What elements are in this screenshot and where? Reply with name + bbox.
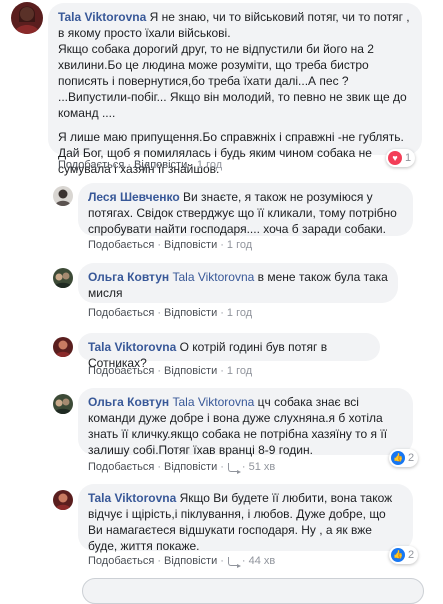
comment-author[interactable]: Леся Шевченко (88, 190, 180, 204)
comment-author[interactable]: Ольга Ковтун (88, 270, 169, 284)
reply-link[interactable]: Відповісти (164, 461, 217, 473)
like-link[interactable]: Подобається (88, 239, 154, 251)
like-link[interactable]: Подобається (58, 159, 124, 171)
comment-author[interactable]: Ольга Ковтун (88, 395, 169, 409)
like-link[interactable]: Подобається (88, 365, 154, 377)
avatar-tala[interactable] (11, 2, 43, 34)
avatar-tala[interactable] (53, 490, 73, 510)
reply-bubble: Tala Viktorovna О котрій годині був потя… (78, 333, 380, 370)
reply-link[interactable]: Відповісти (164, 555, 217, 567)
like-icon: 👍 (391, 451, 405, 465)
avatar-olha[interactable] (53, 268, 73, 288)
comment-bubble: Tala Viktorovna Я не знаю, чи то військо… (48, 3, 422, 176)
reply-icon (227, 556, 241, 568)
reaction-count[interactable]: ♥ 1 (386, 149, 416, 167)
reply-bubble: Ольга Ковтун Tala Viktorovna в мене тако… (78, 263, 398, 303)
avatar-lesia[interactable] (53, 186, 73, 206)
reply-link[interactable]: Відповісти (164, 307, 217, 319)
heart-icon: ♥ (388, 151, 402, 165)
comment-author[interactable]: Tala Viktorovna (88, 340, 176, 354)
avatar-olha[interactable] (53, 394, 73, 414)
timestamp[interactable]: 1 год (227, 307, 252, 319)
reply-link[interactable]: Відповісти (164, 365, 217, 377)
timestamp[interactable]: 1 год (197, 159, 222, 171)
comment-actions: Подобається · Відповісти · 1 год (58, 159, 223, 171)
reply-bubble: Леся Шевченко Ви знаєте, я також не розу… (78, 183, 413, 236)
reply-bubble: Tala Viktorovna Якщо Ви будете її любити… (78, 484, 413, 553)
timestamp[interactable]: 1 год (227, 365, 252, 377)
comment-author[interactable]: Tala Viktorovna (58, 10, 146, 24)
comment-actions: Подобається · Відповісти · 1 год (88, 365, 253, 377)
reply-bubble: Ольга Ковтун Tala Viktorovna цч собака з… (78, 388, 413, 457)
mention-link[interactable]: Tala Viktorovna (173, 270, 255, 284)
like-icon: 👍 (391, 548, 405, 562)
reaction-count[interactable]: 👍 2 (389, 546, 419, 564)
reaction-count[interactable]: 👍 2 (389, 449, 419, 467)
reply-link[interactable]: Відповісти (134, 159, 187, 171)
reply-link[interactable]: Відповісти (164, 239, 217, 251)
timestamp[interactable]: 1 год (227, 239, 252, 251)
like-link[interactable]: Подобається (88, 555, 154, 567)
comment-author[interactable]: Tala Viktorovna (88, 491, 176, 505)
mention-link[interactable]: Tala Viktorovna (173, 395, 255, 409)
comment-actions: Подобається · Відповісти · 1 год (88, 239, 253, 251)
comment-actions: Подобається · Відповісти · 1 год (88, 307, 253, 319)
timestamp[interactable]: 51 хв (249, 461, 276, 473)
timestamp[interactable]: 44 хв (249, 555, 276, 567)
comment-actions: Подобається · Відповісти · · 51 хв (88, 461, 276, 474)
comment-text: Якщо собака дорогий друг, то не відпусти… (58, 42, 407, 120)
reply-input[interactable] (82, 578, 424, 604)
avatar-tala[interactable] (53, 337, 73, 357)
comment-actions: Подобається · Відповісти · · 44 хв (88, 555, 276, 568)
reply-icon (227, 462, 241, 474)
like-link[interactable]: Подобається (88, 461, 154, 473)
like-link[interactable]: Подобається (88, 307, 154, 319)
